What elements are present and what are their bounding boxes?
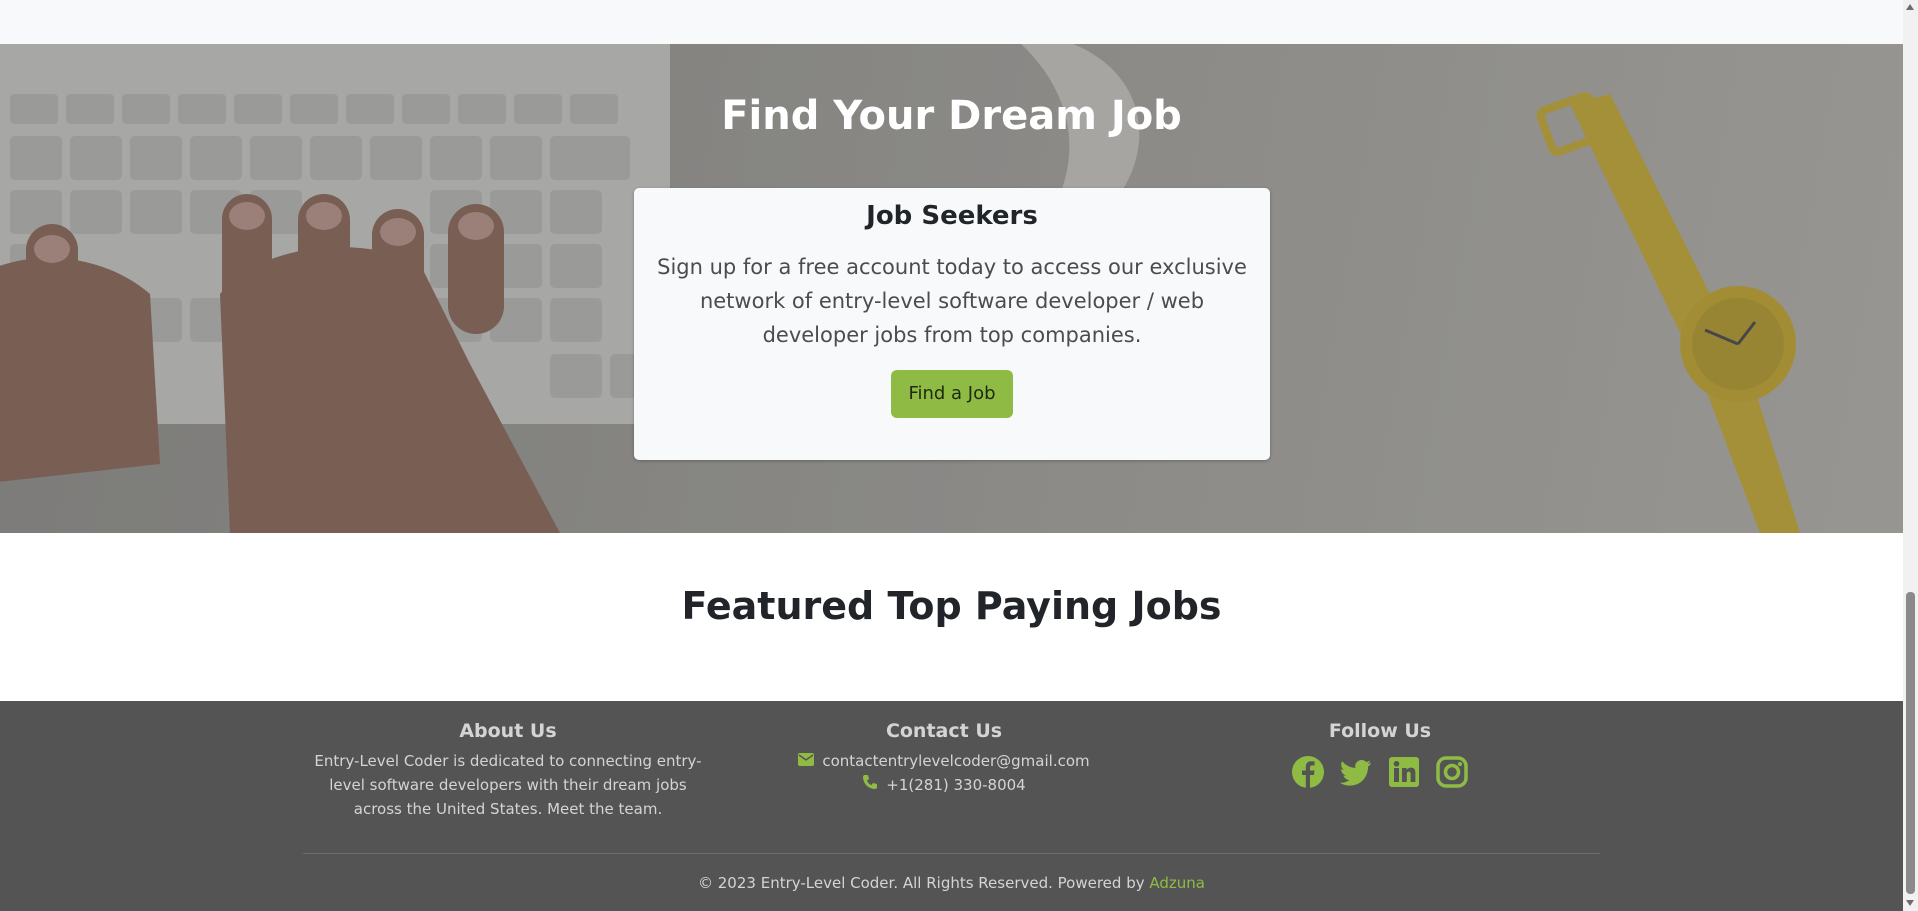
contact-us-column: Contact Us contactentrylevelcoder@gmail.… [724,719,1164,797]
job-seekers-card: Job Seekers Sign up for a free account t… [634,188,1270,460]
instagram-icon[interactable] [1435,755,1469,789]
about-us-column: About Us Entry-Level Coder is dedicated … [288,719,728,821]
card-description: Sign up for a free account today to acce… [657,255,1247,347]
phone-icon [862,773,878,797]
copyright-text: © 2023 Entry-Level Coder. All Rights Res… [698,874,1145,892]
scrollbar-thumb[interactable] [1906,592,1915,894]
linkedin-icon[interactable] [1387,755,1421,789]
adzuna-link[interactable]: Adzuna [1149,874,1205,892]
footer-divider [303,853,1600,854]
envelope-icon [798,749,815,773]
contact-email-row: contactentrylevelcoder@gmail.com [724,749,1164,773]
hero-section: Find Your Dream Job Job Seekers Sign up … [0,44,1903,533]
vertical-scrollbar[interactable] [1903,0,1918,911]
social-links [1160,755,1600,789]
follow-heading: Follow Us [1328,720,1432,742]
contact-phone-row: +1(281) 330-8004 [724,773,1164,797]
featured-heading: Featured Top Paying Jobs [681,584,1222,628]
hero-title: Find Your Dream Job [721,93,1182,139]
scroll-down-arrow-icon[interactable] [1906,900,1914,906]
copyright-line: © 2023 Entry-Level Coder. All Rights Res… [0,871,1903,895]
featured-jobs-section: Featured Top Paying Jobs [0,533,1903,701]
scroll-up-arrow-icon[interactable] [1906,4,1914,10]
find-a-job-button[interactable]: Find a Job [891,370,1013,418]
facebook-icon[interactable] [1291,755,1325,789]
card-heading: Job Seekers [866,201,1038,231]
about-text: Entry-Level Coder is dedicated to connec… [314,752,702,818]
follow-us-column: Follow Us [1160,719,1600,789]
site-footer: About Us Entry-Level Coder is dedicated … [0,701,1903,911]
contact-phone[interactable]: +1(281) 330-8004 [886,773,1025,797]
about-heading: About Us [459,720,557,742]
contact-email[interactable]: contactentrylevelcoder@gmail.com [822,749,1089,773]
twitter-icon[interactable] [1339,755,1373,789]
contact-heading: Contact Us [885,720,1003,742]
top-navbar [0,0,1903,44]
